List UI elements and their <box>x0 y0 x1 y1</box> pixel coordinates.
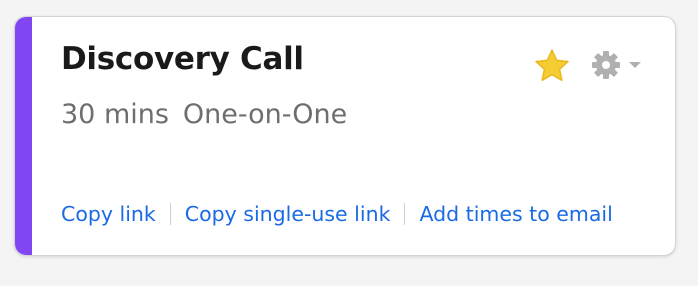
event-duration: 30 mins <box>61 99 169 130</box>
divider <box>404 203 406 225</box>
event-actions: Copy link Copy single-use link Add times… <box>61 199 613 229</box>
gear-icon <box>592 51 620 79</box>
event-title: Discovery Call <box>61 41 304 77</box>
copy-link-button[interactable]: Copy link <box>61 202 156 226</box>
event-details: 30 mins One-on-One <box>61 99 347 130</box>
event-kind: One-on-One <box>182 99 348 130</box>
copy-single-use-link-button[interactable]: Copy single-use link <box>185 202 391 226</box>
caret-down-icon <box>629 62 641 68</box>
add-times-to-email-button[interactable]: Add times to email <box>419 202 612 226</box>
event-color-bar <box>15 17 32 255</box>
star-icon[interactable] <box>534 48 570 82</box>
settings-menu-button[interactable] <box>589 48 649 82</box>
divider <box>169 203 171 225</box>
event-type-card: Discovery Call 30 mins One-on-One Copy li… <box>14 16 676 256</box>
